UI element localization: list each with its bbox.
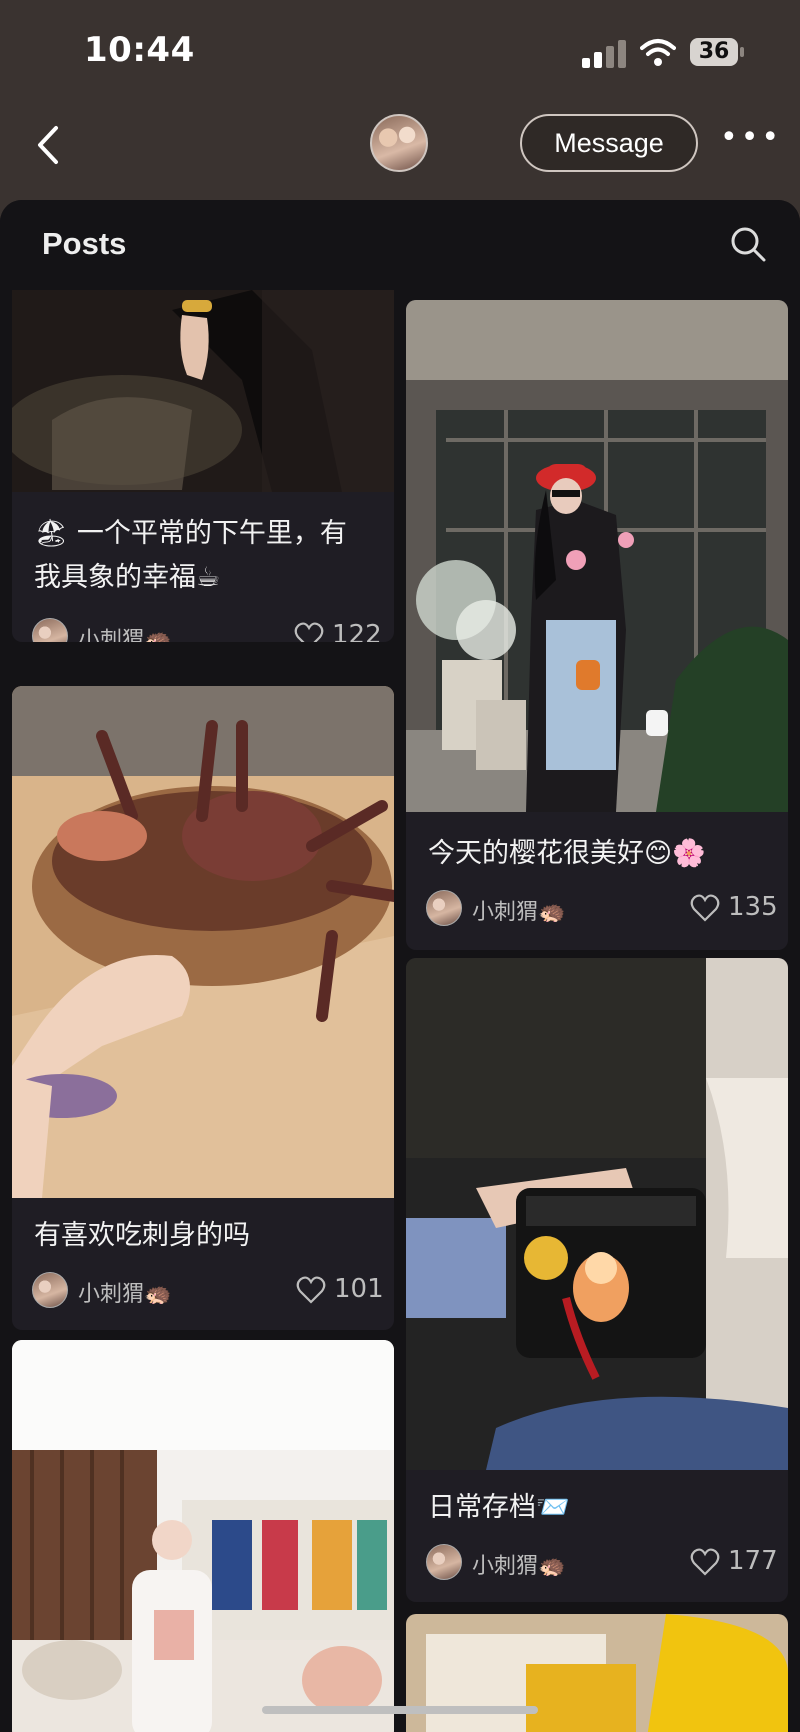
post-photo (12, 270, 394, 492)
post-caption: 有喜欢吃刺身的吗 (34, 1220, 250, 1251)
wifi-icon (640, 39, 676, 66)
post-card[interactable]: 今天的樱花很美好😊🌸 小刺猬🦔 135 (406, 300, 788, 950)
search-icon[interactable] (728, 224, 768, 264)
author-avatar (426, 890, 462, 926)
heart-icon[interactable] (690, 894, 720, 922)
like-count: 135 (728, 892, 778, 922)
post-card[interactable]: 有喜欢吃刺身的吗 小刺猬🦔 101 (12, 686, 394, 1330)
heart-icon[interactable] (296, 1276, 326, 1304)
message-button[interactable]: Message (520, 114, 698, 172)
like-count: 101 (334, 1274, 384, 1304)
author-name: 小刺猬🦔 (78, 628, 172, 642)
heart-icon[interactable] (690, 1548, 720, 1576)
author-avatar (32, 618, 68, 642)
post-photo (406, 958, 788, 1470)
post-photo (12, 686, 394, 1198)
post-card[interactable] (12, 1340, 394, 1732)
post-card[interactable]: 🏖 一个平常的下午里，有 我具象的幸福☕ 小刺猬🦔 122 (12, 270, 394, 642)
post-card[interactable]: 日常存档📨 小刺猬🦔 177 (406, 958, 788, 1602)
like-count: 177 (728, 1546, 778, 1576)
profile-avatar[interactable] (370, 114, 428, 172)
post-card[interactable] (406, 1614, 788, 1732)
signal-icon (582, 40, 626, 68)
post-photo (406, 300, 788, 812)
post-caption: 🏖 一个平常的下午里，有 我具象的幸福☕ (34, 518, 347, 593)
post-caption: 今天的樱花很美好😊🌸 (428, 838, 706, 869)
posts-panel: 🏖 一个平常的下午里，有 我具象的幸福☕ 小刺猬🦔 122 今天的樱花很美好😊🌸… (0, 200, 800, 1732)
status-bar: 10:44 36 (0, 0, 800, 100)
top-nav: Message ••• (0, 100, 800, 200)
author-name: 小刺猬🦔 (472, 900, 566, 925)
author-avatar (32, 1272, 68, 1308)
post-caption: 日常存档📨 (428, 1492, 570, 1523)
post-photo (406, 1614, 788, 1732)
post-photo (12, 1340, 394, 1732)
battery-level: 36 (690, 38, 738, 66)
author-avatar (426, 1544, 462, 1580)
heart-icon[interactable] (294, 622, 324, 642)
author-name: 小刺猬🦔 (78, 1282, 172, 1307)
like-count: 122 (332, 620, 382, 642)
battery-icon: 36 (690, 38, 744, 66)
author-name: 小刺猬🦔 (472, 1554, 566, 1579)
home-indicator[interactable] (262, 1706, 538, 1714)
panel-title: Posts (42, 226, 127, 261)
status-time: 10:44 (84, 30, 195, 70)
panel-header: Posts (0, 200, 800, 290)
more-options-button[interactable]: ••• (720, 123, 779, 158)
back-chevron-icon[interactable] (30, 120, 70, 170)
